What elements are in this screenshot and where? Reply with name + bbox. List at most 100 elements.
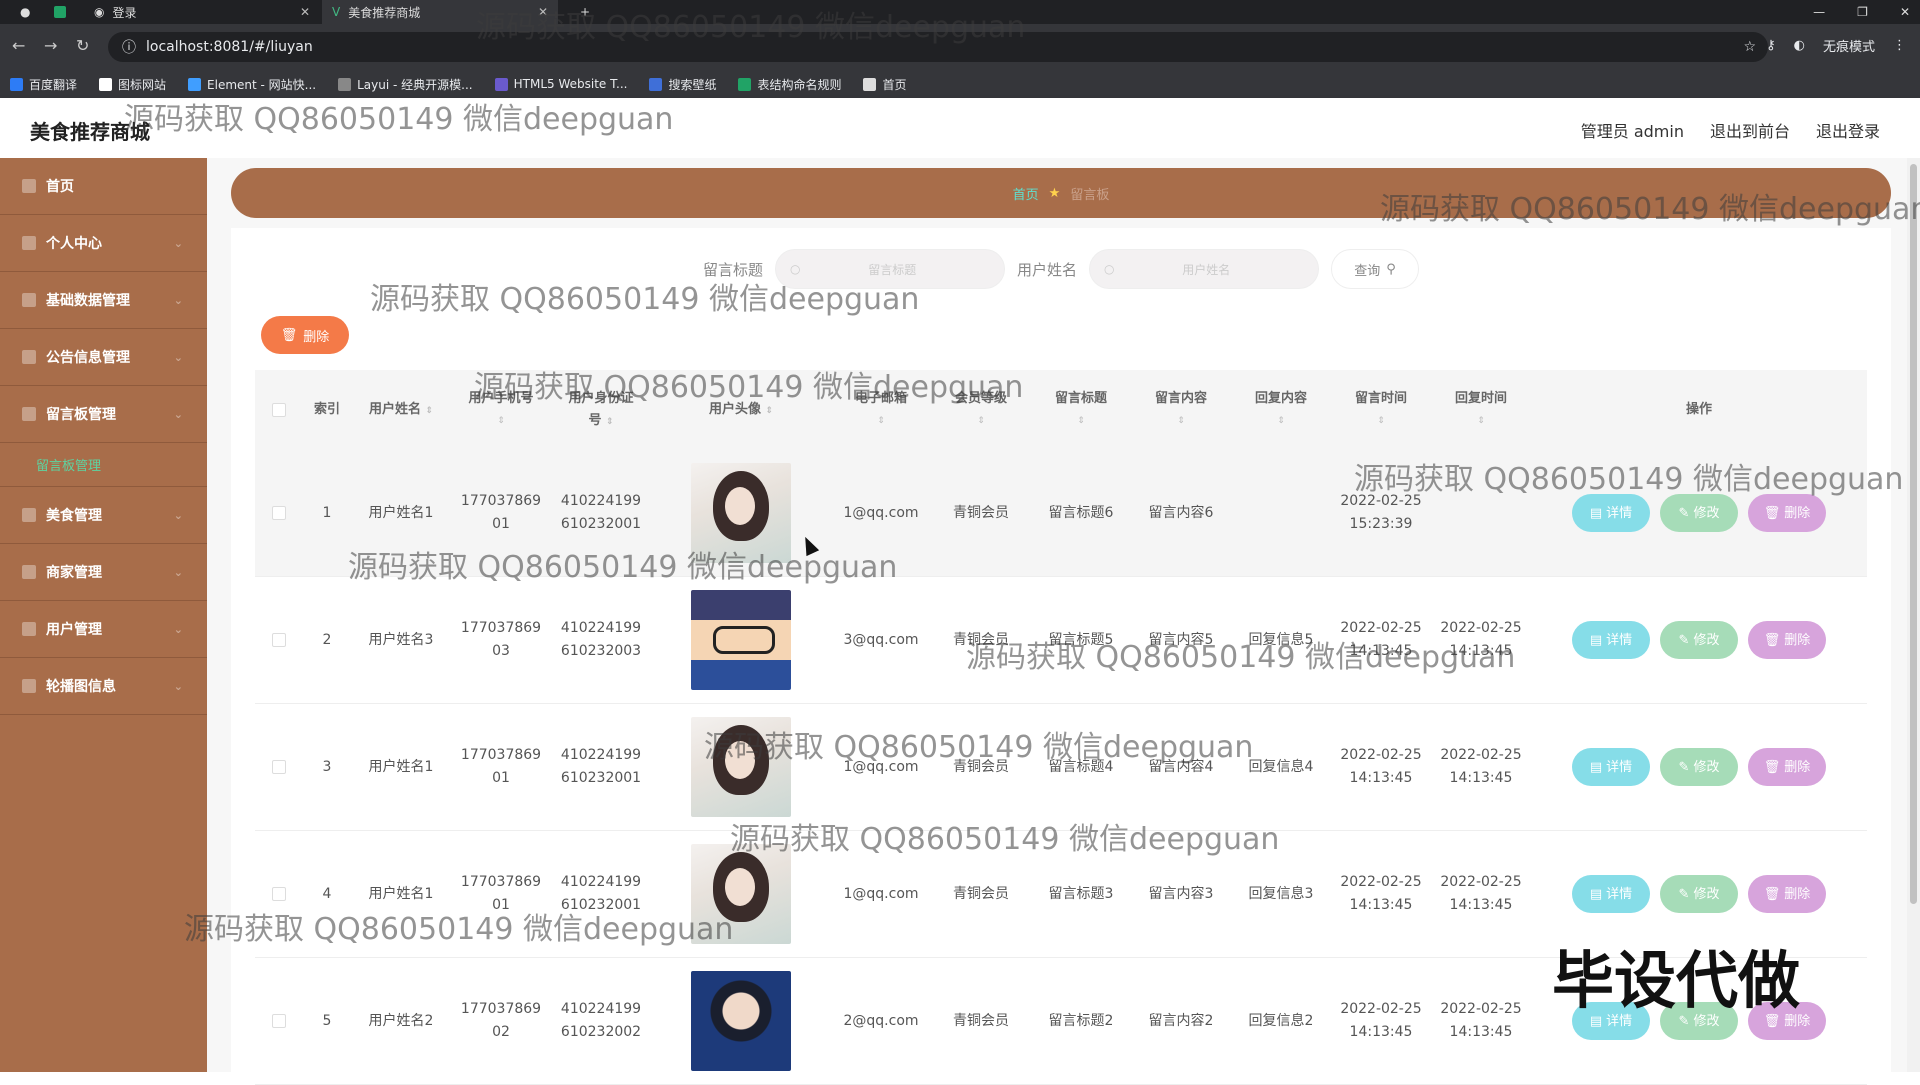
header-avatar[interactable]: 用户头像 ⇕: [651, 399, 831, 422]
header-reply-time[interactable]: 回复时间 ⇕: [1431, 388, 1531, 432]
sidebar-item[interactable]: 基础数据管理 ⌄: [0, 272, 207, 329]
restore-icon[interactable]: ❐: [1857, 5, 1868, 19]
detail-button[interactable]: ▤ 详情: [1572, 748, 1650, 786]
cell-idcard: 410224199 610232003: [560, 620, 642, 659]
title-search-input[interactable]: ○ 留言标题: [775, 249, 1005, 289]
header-time[interactable]: 留言时间 ⇕: [1331, 388, 1431, 432]
sidebar-item-label: 首页: [46, 179, 74, 195]
edit-button[interactable]: ✎ 修改: [1660, 748, 1738, 786]
sidebar-item[interactable]: 首页: [0, 158, 207, 215]
sidebar-item[interactable]: 商家管理 ⌄: [0, 544, 207, 601]
pencil-icon: ✎: [1678, 886, 1690, 902]
chrome-menu-icon[interactable]: ●: [10, 0, 42, 24]
table-row[interactable]: 1 用户姓名1 177037869 01 410224199 610232001 1@qq.…: [255, 450, 1867, 577]
key-icon[interactable]: ⚷: [1766, 38, 1776, 53]
cell-reply: 回复信息2: [1248, 1012, 1314, 1029]
avatar[interactable]: [691, 463, 791, 563]
header-email[interactable]: 电子邮箱 ⇕: [831, 388, 931, 432]
menu-icon: [22, 508, 36, 522]
browser-tab-active[interactable]: V 美食推荐商城 ✕: [322, 0, 558, 24]
row-checkbox[interactable]: [255, 760, 303, 774]
header-level[interactable]: 会员等级 ⇕: [931, 388, 1031, 432]
sidebar-item[interactable]: 公告信息管理 ⌄: [0, 329, 207, 386]
incognito-label[interactable]: 无痕模式: [1823, 36, 1875, 55]
select-all-checkbox[interactable]: [255, 403, 303, 417]
bookmark-item[interactable]: 百度翻译: [10, 76, 77, 93]
avatar[interactable]: [691, 844, 791, 944]
chevron-down-icon: ⌄: [173, 622, 183, 636]
page-scrollbar[interactable]: [1907, 158, 1920, 1072]
more-menu-icon[interactable]: ⋮: [1893, 38, 1906, 53]
bookmark-star-icon[interactable]: ☆: [1743, 39, 1756, 55]
table-row[interactable]: 3 用户姓名1 177037869 01 410224199 610232001 1@qq.…: [255, 704, 1867, 831]
bookmark-item[interactable]: 图标网站: [99, 76, 166, 93]
edit-button[interactable]: ✎ 修改: [1660, 621, 1738, 659]
header-title[interactable]: 留言标题 ⇕: [1031, 388, 1131, 432]
bookmark-icon: [863, 77, 877, 91]
sidebar-item[interactable]: 轮播图信息 ⌄: [0, 658, 207, 715]
chevron-down-icon: ⌄: [173, 565, 183, 579]
search-icon: ○: [790, 262, 801, 276]
header-idcard[interactable]: 用户身份证号 ⇕: [551, 388, 651, 433]
bookmark-item[interactable]: 搜索壁纸: [649, 76, 716, 93]
doc-icon: ▤: [1589, 886, 1603, 902]
trash-icon: 🗑: [1763, 759, 1781, 775]
sidebar-item[interactable]: 美食管理 ⌄: [0, 487, 207, 544]
row-checkbox[interactable]: [255, 506, 303, 520]
detail-button[interactable]: ▤ 详情: [1572, 494, 1650, 532]
breadcrumb-home[interactable]: 首页: [1013, 184, 1039, 203]
bookmark-item[interactable]: HTML5 Website T...: [494, 77, 627, 91]
tab-close-icon[interactable]: ✕: [538, 5, 548, 19]
pinned-tab-icon[interactable]: [44, 0, 76, 24]
edit-button[interactable]: ✎ 修改: [1660, 875, 1738, 913]
url-field[interactable]: ⓘ localhost:8081/#/liuyan ☆: [108, 32, 1768, 62]
bookmark-label: Layui - 经典开源模...: [357, 77, 473, 92]
row-checkbox[interactable]: [255, 1014, 303, 1028]
site-info-icon[interactable]: ⓘ: [122, 37, 136, 57]
tab-close-icon[interactable]: ✕: [300, 5, 310, 19]
avatar[interactable]: [691, 717, 791, 817]
back-to-front-link[interactable]: 退出到前台: [1710, 118, 1790, 142]
doc-icon: ▤: [1589, 632, 1603, 648]
delete-button[interactable]: 🗑 删除: [1748, 621, 1826, 659]
logout-link[interactable]: 退出登录: [1816, 118, 1880, 142]
back-icon[interactable]: ←: [12, 36, 25, 55]
sidebar-item-label: 商家管理: [46, 565, 102, 581]
chevron-down-icon: ⌄: [173, 508, 183, 522]
forward-icon[interactable]: →: [44, 36, 57, 55]
header-phone[interactable]: 用户手机号 ⇕: [451, 388, 551, 432]
delete-button[interactable]: 🗑 删除: [1748, 494, 1826, 532]
table-row[interactable]: 2 用户姓名3 177037869 03 410224199 610232003 3@qq.…: [255, 577, 1867, 704]
sidebar-subitem-message-board[interactable]: 留言板管理: [0, 443, 207, 487]
header-name[interactable]: 用户姓名 ⇕: [351, 399, 451, 422]
header-content[interactable]: 留言内容 ⇕: [1131, 388, 1231, 432]
sidebar-item[interactable]: 留言板管理 ⌄: [0, 386, 207, 443]
minimize-icon[interactable]: —: [1813, 5, 1825, 19]
delete-button[interactable]: 🗑 删除: [1748, 748, 1826, 786]
close-window-icon[interactable]: ✕: [1900, 5, 1910, 19]
reload-icon[interactable]: ↻: [76, 36, 89, 55]
bookmark-item[interactable]: Layui - 经典开源模...: [338, 76, 473, 93]
edit-button[interactable]: ✎ 修改: [1660, 494, 1738, 532]
sidebar-item[interactable]: 个人中心 ⌄: [0, 215, 207, 272]
avatar[interactable]: [691, 590, 791, 690]
detail-button[interactable]: ▤ 详情: [1572, 875, 1650, 913]
sidebar-item[interactable]: 用户管理 ⌄: [0, 601, 207, 658]
new-tab-icon[interactable]: +: [570, 0, 600, 24]
detail-button[interactable]: ▤ 详情: [1572, 621, 1650, 659]
bookmark-item[interactable]: 首页: [863, 76, 907, 93]
bookmark-item[interactable]: 表结构命名规则: [738, 76, 841, 93]
query-button[interactable]: 查询 ⚲: [1331, 249, 1420, 289]
browser-tab-login[interactable]: ◉ 登录 ✕: [84, 0, 320, 24]
row-checkbox[interactable]: [255, 633, 303, 647]
incognito-icon[interactable]: ◐: [1794, 38, 1805, 53]
bookmark-item[interactable]: Element - 网站快...: [188, 76, 316, 93]
batch-delete-button[interactable]: 🗑 删除: [261, 316, 349, 354]
row-checkbox[interactable]: [255, 887, 303, 901]
name-search-input[interactable]: ○ 用户姓名: [1089, 249, 1320, 289]
scrollbar-thumb[interactable]: [1910, 164, 1917, 904]
header-reply[interactable]: 回复内容 ⇕: [1231, 388, 1331, 432]
avatar[interactable]: [691, 971, 791, 1071]
delete-button[interactable]: 🗑 删除: [1748, 875, 1826, 913]
cell-phone: 177037869 03: [460, 620, 542, 659]
